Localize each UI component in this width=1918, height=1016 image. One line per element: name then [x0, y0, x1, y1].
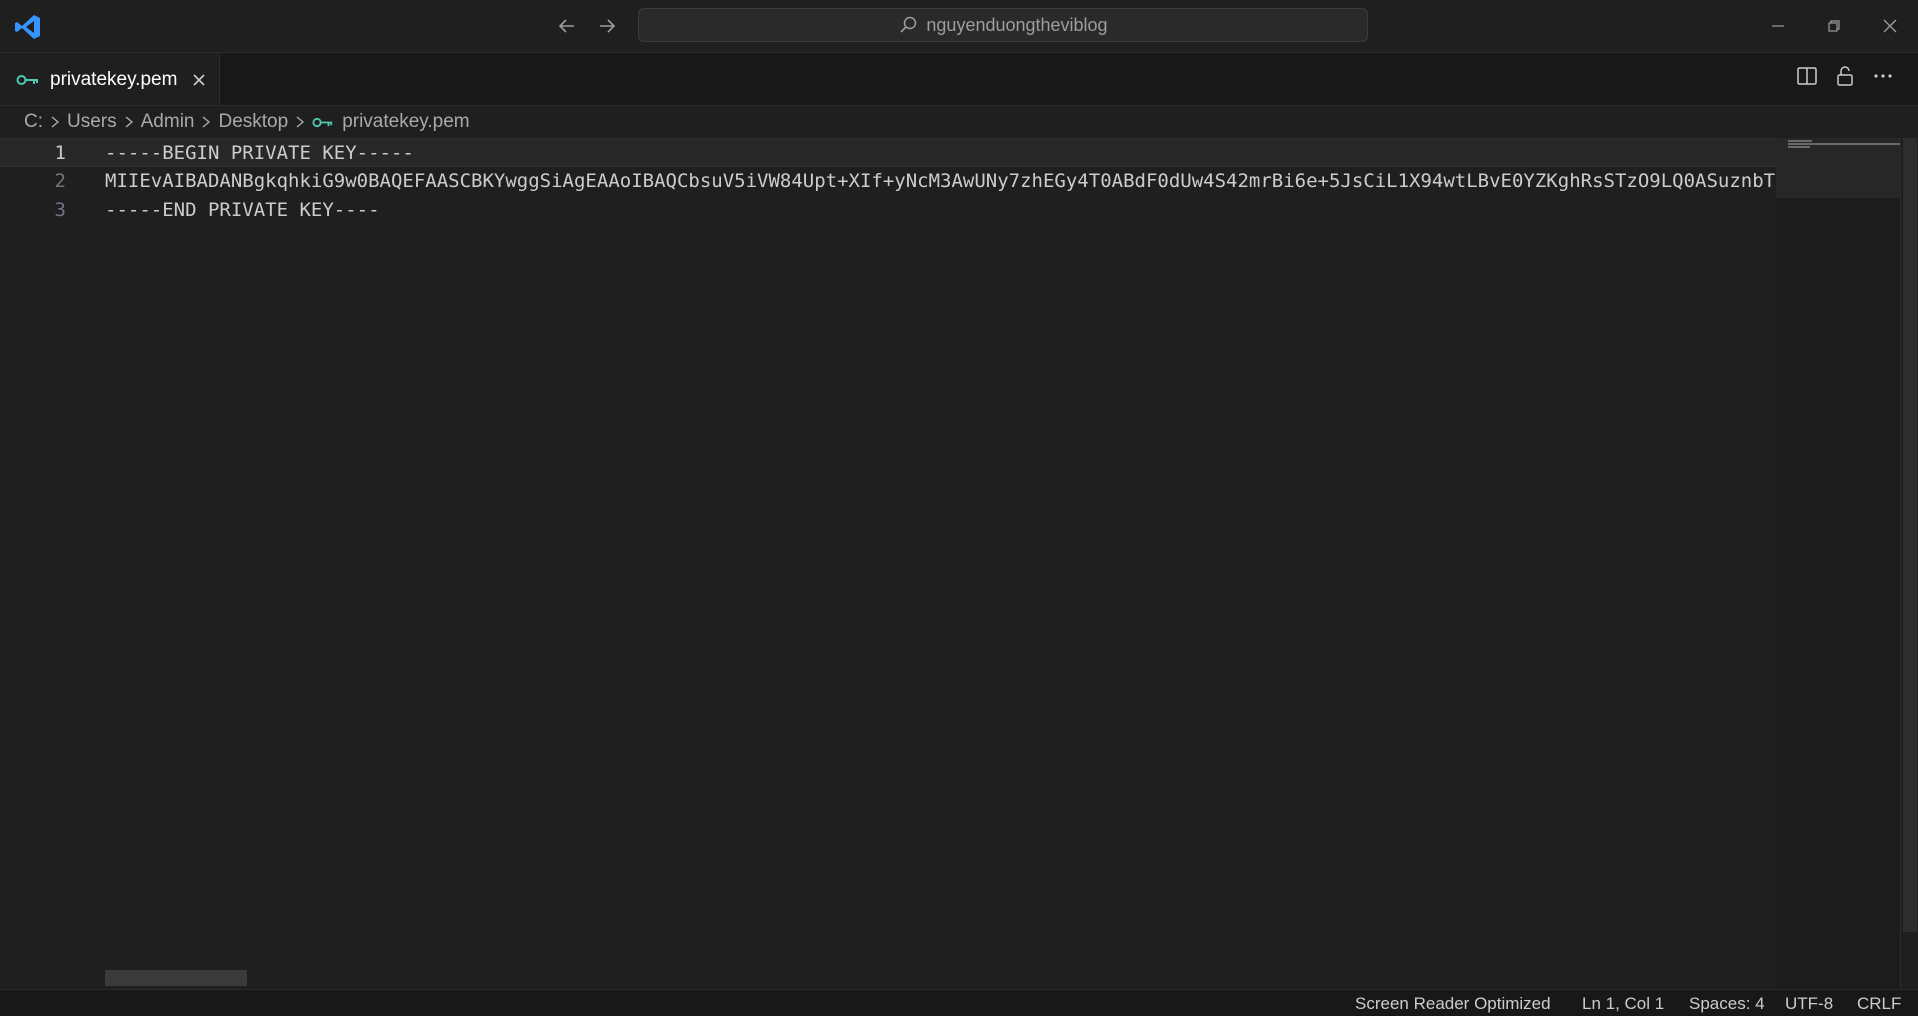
line-number: 2	[54, 170, 66, 192]
search-text: nguyenduongtheviblog	[926, 14, 1108, 35]
vertical-scrollbar-thumb[interactable]	[1903, 138, 1917, 932]
line-text[interactable]: MIIEvAIBADANBgkqhkiG9w0BAQEFAASCBKYwggSi…	[105, 167, 1775, 196]
restore-icon	[1828, 20, 1840, 32]
editor-line[interactable]: 3 -----END PRIVATE KEY----	[0, 196, 1776, 225]
editor-area[interactable]: 1 -----BEGIN PRIVATE KEY----- 2 MIIEvAIB…	[0, 138, 1918, 989]
arrow-left-icon	[558, 19, 574, 33]
tab-privatekey[interactable]: privatekey.pem	[0, 53, 220, 105]
forward-button[interactable]	[592, 12, 622, 40]
title-bar: nguyenduongtheviblog	[0, 0, 1918, 53]
close-window-button[interactable]	[1872, 10, 1908, 42]
tab-close-button[interactable]	[191, 72, 207, 88]
breadcrumb-item-users[interactable]: Users	[67, 111, 117, 133]
restore-button[interactable]	[1816, 10, 1852, 42]
line-number: 1	[54, 142, 66, 164]
search-icon	[900, 16, 917, 33]
minimize-icon	[1772, 25, 1784, 27]
screen-reader-status[interactable]: Screen Reader Optimized	[1355, 994, 1551, 1014]
more-actions-button[interactable]	[1872, 65, 1894, 87]
tab-bar: privatekey.pem	[0, 53, 1918, 106]
breadcrumb: C: Users Admin Desktop privatekey.pem	[0, 106, 1918, 138]
eol-status[interactable]: CRLF	[1857, 994, 1901, 1014]
command-center-search[interactable]: nguyenduongtheviblog	[638, 8, 1368, 42]
lock-group-button[interactable]	[1834, 65, 1856, 87]
back-button[interactable]	[552, 12, 582, 40]
lock-icon	[1837, 66, 1853, 86]
breadcrumb-item-drive[interactable]: C:	[24, 111, 43, 133]
split-editor-icon	[1797, 67, 1817, 85]
vscode-logo[interactable]	[14, 13, 42, 41]
line-text[interactable]: -----END PRIVATE KEY----	[105, 196, 380, 225]
key-icon	[16, 74, 38, 85]
minimap[interactable]	[1776, 138, 1900, 989]
chevron-right-icon	[294, 115, 306, 129]
minimap-line	[1788, 143, 1900, 145]
indentation-status[interactable]: Spaces: 4	[1689, 994, 1765, 1014]
horizontal-scrollbar-thumb[interactable]	[105, 970, 247, 986]
encoding-status[interactable]: UTF-8	[1785, 994, 1833, 1014]
close-icon	[1883, 19, 1897, 33]
chevron-right-icon	[200, 115, 212, 129]
tab-label: privatekey.pem	[50, 68, 178, 90]
line-text[interactable]: -----BEGIN PRIVATE KEY-----	[105, 139, 414, 168]
chevron-right-icon	[123, 115, 135, 129]
editor-line[interactable]: 1 -----BEGIN PRIVATE KEY-----	[0, 138, 1776, 167]
breadcrumb-item-file[interactable]: privatekey.pem	[342, 111, 469, 133]
status-bar: Screen Reader Optimized Ln 1, Col 1 Spac…	[0, 989, 1918, 1016]
minimize-button[interactable]	[1760, 10, 1796, 42]
more-icon	[1874, 74, 1892, 78]
editor-line[interactable]: 2 MIIEvAIBADANBgkqhkiG9w0BAQEFAASCBKYwgg…	[0, 167, 1776, 196]
key-icon	[312, 116, 334, 129]
breadcrumb-item-admin[interactable]: Admin	[141, 111, 195, 133]
vertical-scrollbar[interactable]	[1900, 138, 1918, 989]
minimap-line	[1788, 140, 1812, 142]
cursor-position[interactable]: Ln 1, Col 1	[1582, 994, 1664, 1014]
arrow-right-icon	[600, 19, 616, 33]
close-icon	[193, 73, 206, 86]
split-editor-button[interactable]	[1796, 65, 1818, 87]
line-number: 3	[54, 199, 66, 221]
chevron-right-icon	[49, 115, 61, 129]
minimap-line	[1788, 146, 1810, 148]
breadcrumb-item-desktop[interactable]: Desktop	[218, 111, 288, 133]
